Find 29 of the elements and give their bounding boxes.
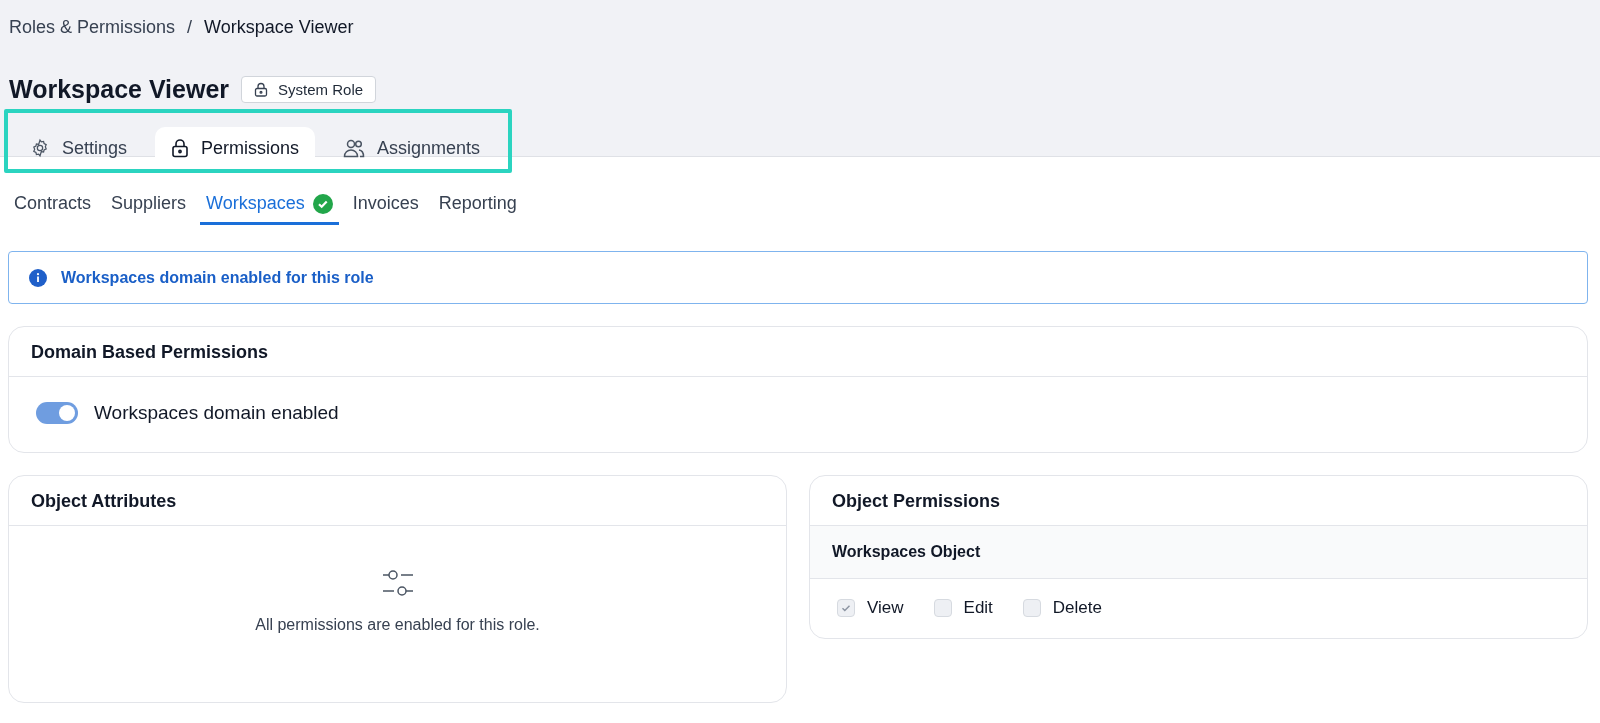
sliders-icon — [381, 568, 414, 598]
check-circle-icon — [312, 193, 333, 214]
badge-label: System Role — [278, 81, 364, 98]
toggle-label: Workspaces domain enabled — [94, 402, 339, 424]
breadcrumb-separator: / — [187, 17, 193, 38]
users-icon — [343, 138, 366, 158]
domain-tab[interactable]: Reporting — [432, 191, 523, 225]
toggle-switch[interactable] — [36, 402, 78, 424]
gear-icon — [30, 138, 50, 158]
breadcrumb-link[interactable]: Roles & Permissions — [9, 17, 176, 38]
domain-tab[interactable]: Suppliers — [105, 191, 193, 225]
domain-tab[interactable]: Workspaces — [200, 191, 339, 225]
tab[interactable]: Assignments — [327, 127, 497, 169]
lock-icon — [171, 138, 190, 158]
page-title: Workspace Viewer — [9, 75, 230, 104]
domain-tab[interactable]: Contracts — [8, 191, 98, 225]
breadcrumb-current: Workspace Viewer — [204, 17, 354, 38]
domain-tab[interactable]: Invoices — [346, 191, 425, 225]
card-title: Domain Based Permissions — [9, 327, 1587, 377]
empty-state-text: All permissions are enabled for this role. — [255, 616, 540, 634]
checkbox-label: Delete — [1052, 598, 1102, 618]
lock-icon — [254, 82, 269, 97]
info-icon — [29, 268, 47, 287]
tab[interactable]: Settings — [14, 127, 144, 169]
checkbox-label: View — [867, 598, 904, 618]
banner-text: Workspaces domain enabled for this role — [61, 268, 374, 287]
card-title: Object Attributes — [9, 476, 786, 526]
object-header: Workspaces Object — [810, 526, 1587, 579]
checkbox-label: Edit — [963, 598, 993, 618]
